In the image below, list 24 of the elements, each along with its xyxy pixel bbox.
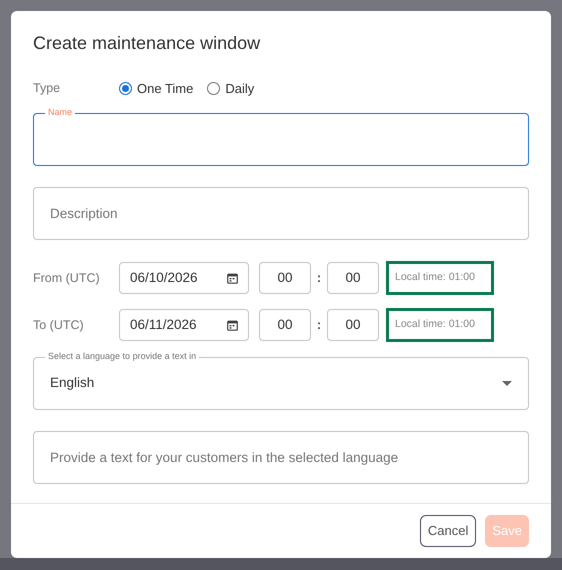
- calendar-icon[interactable]: [227, 272, 238, 284]
- local-time: Local time: 01:00: [386, 261, 494, 296]
- date-field[interactable]: 06/11/2026: [119, 309, 249, 342]
- hour-field[interactable]: 00: [259, 262, 311, 294]
- time-label: From (UTC): [33, 270, 101, 287]
- dialog-title: Create maintenance window: [33, 33, 262, 55]
- field-label: Select a language to provide a text in: [45, 350, 200, 362]
- time-label: To (UTC): [33, 316, 85, 334]
- text-field[interactable]: Provide a text for your customers in the selected language: [33, 431, 529, 484]
- type-label: Type: [33, 80, 62, 97]
- minute-field[interactable]: 00: [327, 262, 379, 294]
- radio-option[interactable]: One Time: [119, 78, 194, 98]
- caret-icon: [502, 381, 512, 386]
- field-label: Name: [45, 106, 76, 118]
- minute-field[interactable]: 00: [327, 309, 379, 342]
- local-time: Local time: 01:00: [386, 308, 494, 342]
- hour-field[interactable]: 00: [259, 309, 311, 342]
- time-separator: :: [316, 316, 322, 334]
- description-field[interactable]: Description: [33, 187, 529, 240]
- date-field[interactable]: 06/10/2026: [119, 262, 249, 294]
- time-separator: :: [316, 269, 322, 288]
- radio-option[interactable]: Daily: [207, 78, 254, 98]
- calendar-icon[interactable]: [227, 320, 238, 331]
- cancel-button[interactable]: Cancel: [420, 515, 476, 547]
